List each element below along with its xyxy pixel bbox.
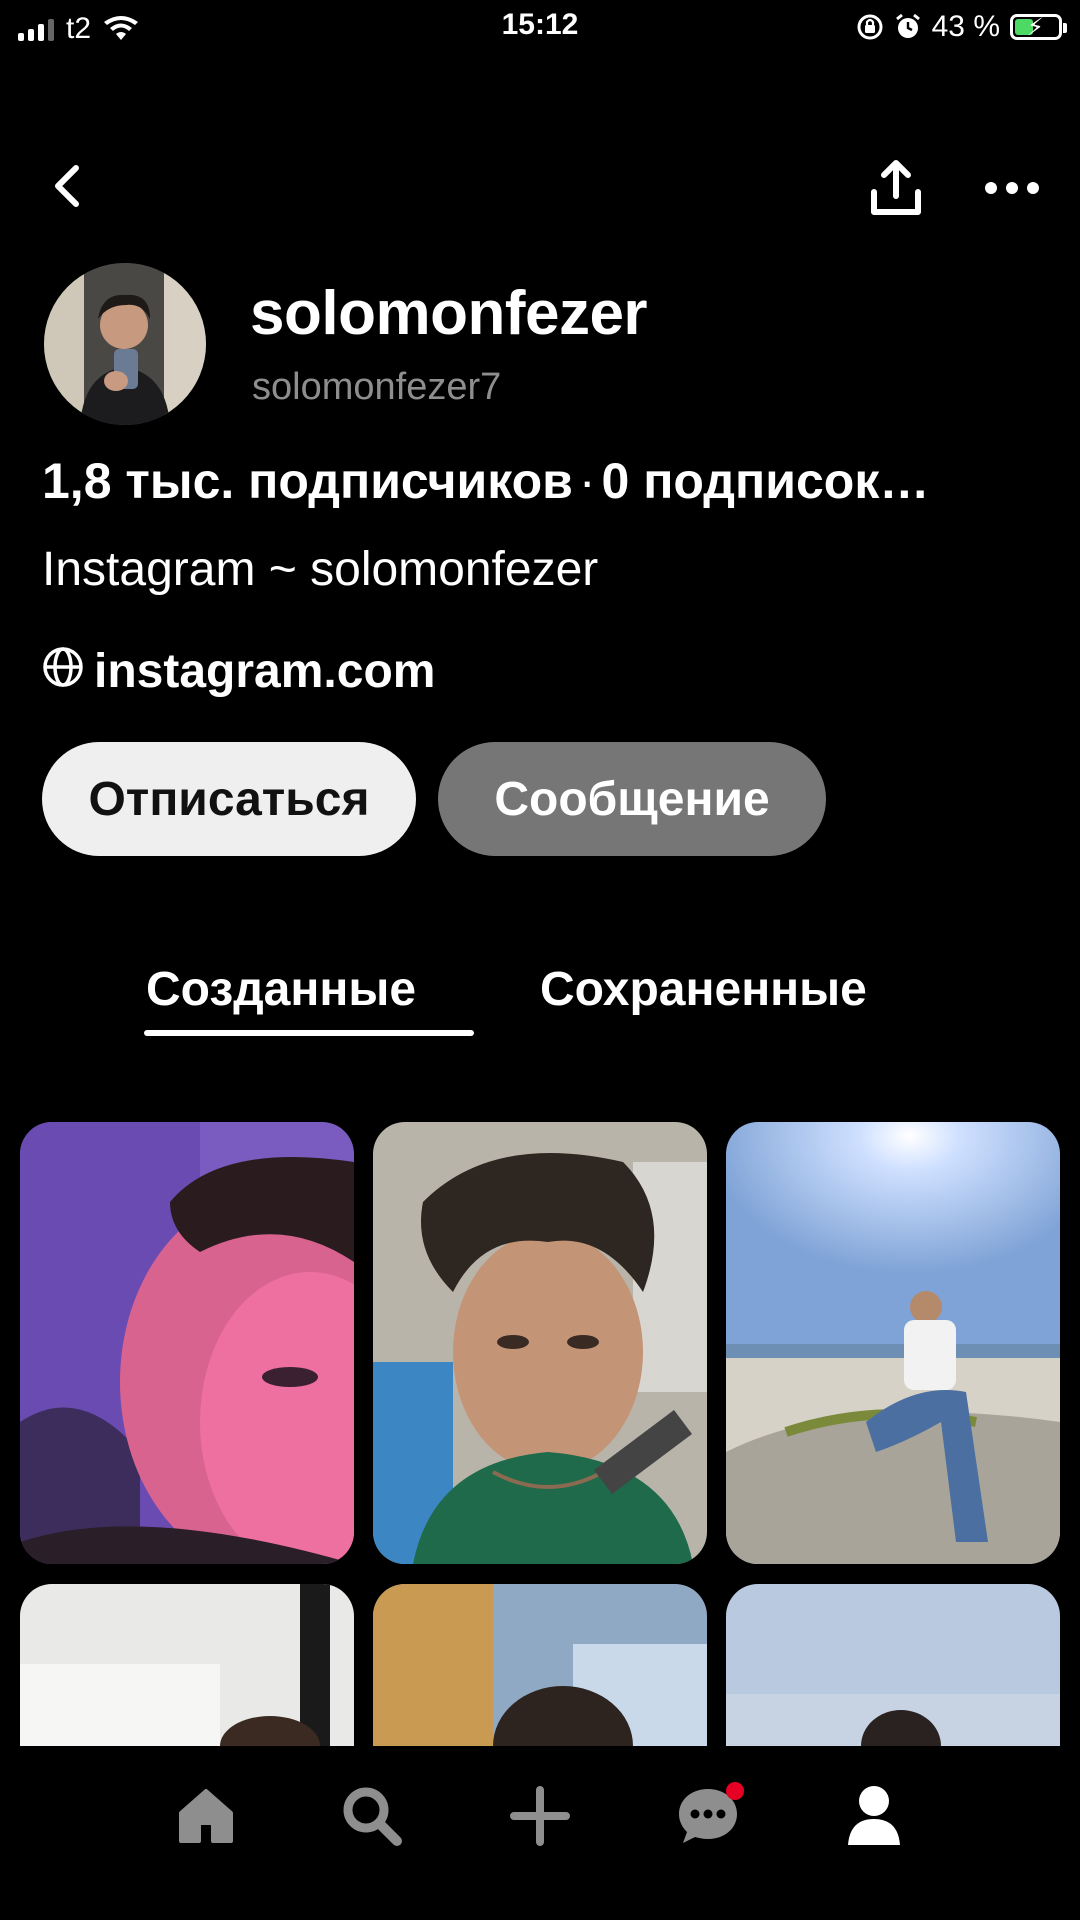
message-button[interactable]: Сообщение — [438, 742, 826, 856]
stats-separator: · — [578, 453, 596, 509]
nav-search[interactable] — [332, 1776, 412, 1856]
globe-icon — [43, 646, 83, 687]
tab-saved[interactable]: Сохраненные — [540, 962, 867, 1017]
more-options-icon[interactable] — [982, 168, 1042, 208]
profile-bio: Instagram ~ solomonfezer — [42, 543, 599, 596]
pin-image[interactable] — [726, 1584, 1060, 1746]
status-bar: t2 15:12 43 % ⚡ — [0, 0, 1080, 56]
tab-created[interactable]: Созданные — [146, 962, 416, 1017]
pin-image[interactable] — [373, 1584, 707, 1746]
profile-icon — [848, 1786, 900, 1845]
orientation-lock-icon — [857, 14, 883, 40]
pin-image[interactable] — [373, 1122, 707, 1564]
status-bar-right: 43 % ⚡ — [856, 10, 1067, 44]
profile-link-text[interactable]: instagram.com — [94, 644, 435, 699]
unfollow-button[interactable]: Отписаться — [42, 742, 416, 856]
avatar[interactable] — [44, 263, 206, 425]
profile-display-name: solomonfezer — [250, 279, 648, 348]
profile-username: solomonfezer7 — [252, 366, 502, 408]
share-icon[interactable] — [866, 158, 926, 218]
pin-image[interactable] — [20, 1584, 354, 1746]
nav-profile[interactable] — [834, 1776, 914, 1856]
bottom-navigation — [0, 1746, 1080, 1920]
nav-create[interactable] — [500, 1776, 580, 1856]
profile-link[interactable]: instagram.com — [42, 644, 435, 699]
plus-icon — [510, 1786, 570, 1846]
profile-stats[interactable]: 1,8 тыс. подписчиков · 0 подписок… — [42, 452, 1032, 510]
back-icon[interactable] — [40, 158, 96, 214]
followers-count[interactable]: 1,8 тыс. подписчиков — [42, 453, 573, 509]
following-count[interactable]: 0 подписок… — [602, 453, 930, 509]
alarm-icon — [895, 13, 920, 38]
pin-image[interactable] — [726, 1122, 1060, 1564]
nav-home[interactable] — [166, 1776, 246, 1856]
home-icon — [179, 1789, 233, 1843]
notification-badge — [726, 1782, 744, 1800]
active-tab-indicator — [144, 1030, 474, 1036]
battery-percent: 43 % — [931, 10, 1000, 43]
search-icon — [343, 1787, 402, 1846]
nav-messages[interactable] — [668, 1776, 748, 1856]
battery-icon: ⚡ — [1010, 14, 1067, 41]
pin-image[interactable] — [20, 1122, 354, 1564]
